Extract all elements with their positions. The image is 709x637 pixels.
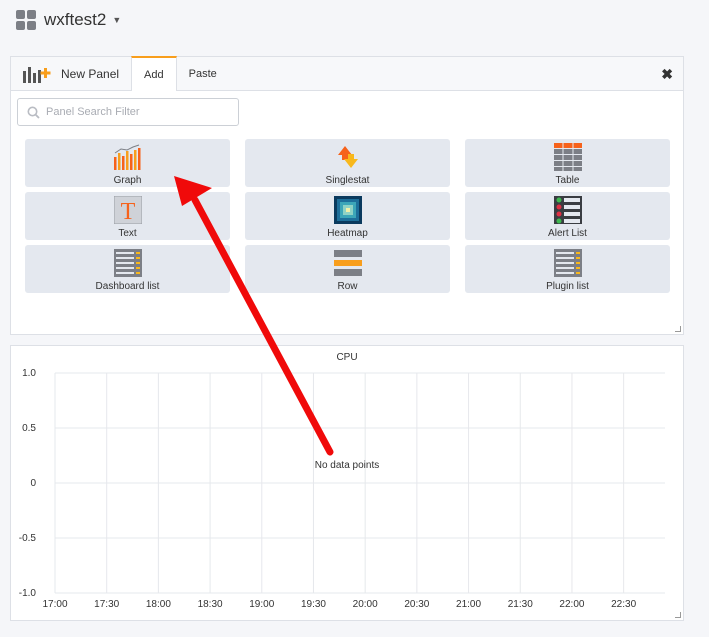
add-panel-icon	[23, 66, 51, 83]
x-tick-label: 21:00	[456, 599, 481, 610]
row-icon	[333, 248, 363, 278]
x-tick-label: 18:00	[146, 599, 171, 610]
x-tick-label: 20:30	[404, 599, 429, 610]
x-tick-label: 21:30	[508, 599, 533, 610]
dashboard-title-dropdown[interactable]: wxftest2 ▼	[44, 10, 121, 30]
text-icon: T	[113, 195, 143, 225]
card-label: Alert List	[548, 228, 587, 239]
caret-down-icon: ▼	[112, 15, 122, 25]
add-panel-tabbar: New Panel Add Paste ✖	[11, 56, 683, 91]
panel-search-input[interactable]	[46, 106, 226, 118]
close-icon[interactable]: ✖	[661, 66, 673, 83]
panel-type-plugin-list[interactable]: Plugin list	[465, 245, 670, 293]
x-tick-label: 22:00	[559, 599, 584, 610]
card-label: Graph	[113, 175, 142, 186]
cpu-panel: CPU 1.0 0.5 0 -0.5 -1.0 17:00 17:30 18:00 18:30 1…	[10, 345, 684, 621]
x-tick-label: 17:00	[42, 599, 67, 610]
card-label: Plugin list	[546, 281, 589, 292]
heatmap-icon	[333, 195, 363, 225]
no-data-message: No data points	[315, 460, 380, 471]
panel-type-heatmap[interactable]: Heatmap	[245, 192, 450, 240]
panel-type-singlestat[interactable]: Singlestat	[245, 139, 450, 187]
table-icon	[553, 142, 583, 172]
x-tick-label: 17:30	[94, 599, 119, 610]
resize-handle[interactable]	[675, 326, 681, 332]
resize-handle[interactable]	[675, 612, 681, 618]
panel-type-alert-list[interactable]: Alert List	[465, 192, 670, 240]
dashboard-title: wxftest2	[44, 10, 107, 29]
x-tick-label: 19:30	[301, 599, 326, 610]
panel-type-text[interactable]: T Text	[25, 192, 230, 240]
x-tick-label: 22:30	[611, 599, 636, 610]
new-panel-label: New Panel	[61, 66, 120, 81]
y-tick-label: 0	[30, 478, 36, 489]
x-tick-label: 20:00	[353, 599, 378, 610]
y-tick-label: -0.5	[19, 533, 37, 544]
tab-paste[interactable]: Paste	[177, 57, 229, 90]
y-tick-label: 1.0	[22, 368, 36, 379]
dashboards-grid-icon[interactable]	[16, 10, 36, 30]
card-label: Text	[118, 228, 137, 239]
plugin-list-icon	[553, 248, 583, 278]
x-tick-label: 19:00	[249, 599, 274, 610]
card-label: Heatmap	[327, 228, 368, 239]
dashboard-list-icon	[113, 248, 143, 278]
y-tick-label: -1.0	[19, 588, 37, 599]
panel-type-table[interactable]: Table	[465, 139, 670, 187]
add-panel: New Panel Add Paste ✖ Panel Search Filte…	[10, 56, 684, 335]
card-label: Row	[337, 281, 358, 292]
panel-search-field[interactable]	[17, 98, 239, 126]
top-bar: wxftest2 ▼	[0, 0, 709, 40]
x-tick-label: 18:30	[198, 599, 223, 610]
svg-text:T: T	[120, 199, 135, 224]
panel-type-dashboard-list[interactable]: Dashboard list	[25, 245, 230, 293]
singlestat-icon	[333, 142, 363, 172]
card-label: Dashboard list	[95, 281, 160, 292]
tab-add[interactable]: Add	[131, 56, 177, 91]
graph-icon	[113, 142, 143, 172]
search-icon	[27, 106, 40, 119]
card-label: Singlestat	[325, 175, 370, 186]
y-tick-label: 0.5	[22, 423, 36, 434]
panel-type-graph[interactable]: Graph	[25, 139, 230, 187]
cpu-chart: 1.0 0.5 0 -0.5 -1.0 17:00 17:30 18:00 18:30 19:00…	[19, 368, 665, 610]
panel-type-row[interactable]: Row	[245, 245, 450, 293]
card-label: Table	[555, 175, 580, 186]
new-panel-header: New Panel	[11, 57, 119, 90]
alert-list-icon	[553, 195, 583, 225]
